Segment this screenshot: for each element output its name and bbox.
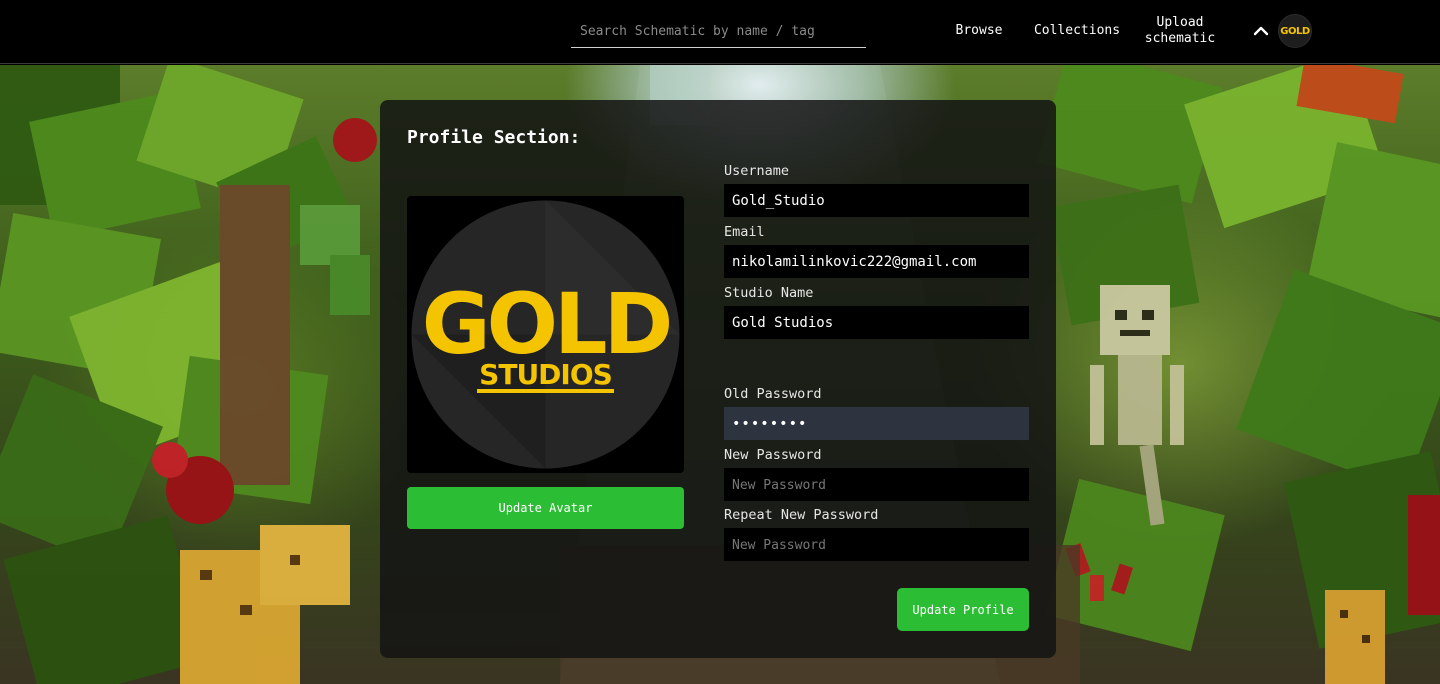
username-label: Username	[724, 163, 790, 179]
username-field[interactable]	[724, 184, 1029, 217]
studio-name-field[interactable]	[724, 306, 1029, 339]
email-label: Email	[724, 224, 765, 240]
repeat-password-label: Repeat New Password	[724, 507, 879, 523]
update-profile-button[interactable]: Update Profile	[897, 588, 1029, 631]
studio-name-label: Studio Name	[724, 285, 814, 301]
old-password-label: Old Password	[724, 386, 822, 402]
top-navigation-bar: Browse Collections Upload schematic GOLD	[0, 0, 1440, 64]
nav-upload-label-line2: schematic	[1144, 31, 1216, 46]
gold-studios-logo: GOLD STUDIOS	[411, 200, 680, 469]
nav-upload-schematic-link[interactable]: Upload schematic	[1140, 15, 1220, 47]
new-password-label: New Password	[724, 447, 822, 463]
old-password-field[interactable]	[724, 407, 1029, 440]
nav-upload-label-line1: Upload	[1156, 15, 1204, 30]
email-field[interactable]	[724, 245, 1029, 278]
svg-text:STUDIOS: STUDIOS	[479, 358, 612, 391]
avatar-logo-text: GOLD	[1280, 25, 1310, 37]
nav-browse-link[interactable]: Browse	[952, 23, 1006, 39]
update-avatar-button[interactable]: Update Avatar	[407, 487, 684, 529]
repeat-password-field[interactable]	[724, 528, 1029, 561]
user-avatar-button[interactable]: GOLD	[1278, 14, 1312, 48]
avatar-preview: GOLD STUDIOS	[407, 196, 684, 473]
profile-card: Profile Section: GOLD STUDIOS Update Ava…	[380, 100, 1056, 658]
search-input[interactable]	[571, 16, 866, 46]
page-title: Profile Section:	[407, 127, 581, 148]
nav-collections-link[interactable]: Collections	[1033, 23, 1121, 39]
chevron-up-icon[interactable]	[1252, 22, 1270, 40]
search-box	[571, 16, 866, 48]
new-password-field[interactable]	[724, 468, 1029, 501]
